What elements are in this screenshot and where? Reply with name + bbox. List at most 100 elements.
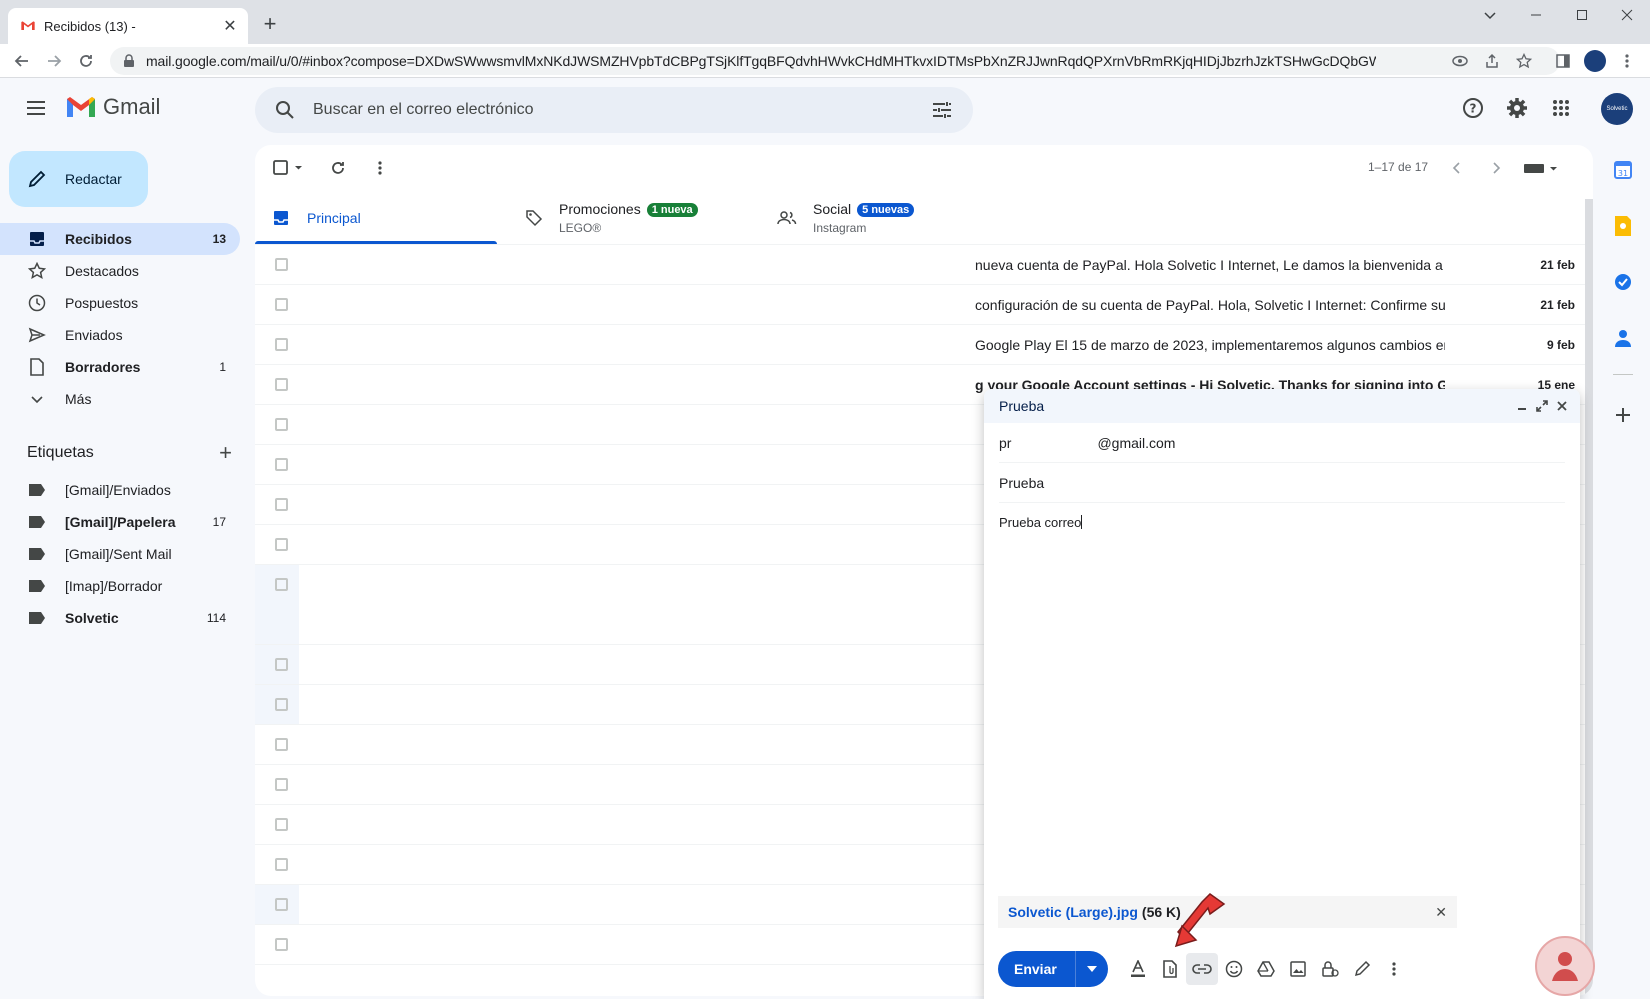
select-all-checkbox[interactable] xyxy=(273,157,307,179)
label-item[interactable]: Solvetic 114 xyxy=(0,602,240,634)
row-checkbox[interactable] xyxy=(275,338,288,351)
row-checkbox[interactable] xyxy=(275,258,288,271)
next-page-icon[interactable] xyxy=(1485,157,1507,179)
row-checkbox[interactable] xyxy=(275,538,288,551)
row-checkbox[interactable] xyxy=(275,378,288,391)
row-checkbox[interactable] xyxy=(275,698,288,711)
more-options-icon[interactable] xyxy=(369,157,391,179)
search-options-icon[interactable] xyxy=(931,100,953,120)
row-checkbox[interactable] xyxy=(275,658,288,671)
table-row[interactable]: configuración de su cuenta de PayPal. Ho… xyxy=(255,285,1593,325)
tab-close-icon[interactable]: ✕ xyxy=(222,18,238,35)
solvetic-watermark-icon xyxy=(1535,936,1595,996)
row-checkbox[interactable] xyxy=(275,578,288,591)
gmail-logo[interactable]: Gmail xyxy=(65,94,160,120)
tab-principal[interactable]: Principal xyxy=(255,191,497,245)
eye-icon[interactable] xyxy=(1448,49,1472,73)
search-input[interactable] xyxy=(313,101,931,119)
insert-link-icon[interactable] xyxy=(1185,953,1218,985)
sidebar-item-enviados[interactable]: Enviados xyxy=(0,319,240,351)
close-icon[interactable] xyxy=(1552,396,1572,416)
schedule-send-icon[interactable] xyxy=(1076,966,1108,972)
pager-text: 1–17 de 17 xyxy=(1368,160,1429,174)
label-item[interactable]: [Gmail]/Enviados xyxy=(0,474,240,506)
insert-photo-icon[interactable] xyxy=(1282,953,1314,985)
confidential-mode-icon[interactable] xyxy=(1314,953,1346,985)
search-icon[interactable] xyxy=(275,100,295,120)
prev-page-icon[interactable] xyxy=(1446,157,1468,179)
refresh-icon[interactable] xyxy=(327,157,349,179)
subject-field[interactable]: Prueba xyxy=(999,463,1565,503)
attachment-name[interactable]: Solvetic (Large).jpg xyxy=(1008,904,1138,920)
account-avatar[interactable]: Solvetic xyxy=(1601,93,1633,125)
more-compose-options-icon[interactable] xyxy=(1378,953,1410,985)
minimize-window-icon[interactable] xyxy=(1513,0,1559,30)
tab-search-icon[interactable] xyxy=(1467,0,1513,30)
sidebar-item-mas[interactable]: Más xyxy=(0,383,240,415)
compose-button[interactable]: Redactar xyxy=(9,151,148,207)
forward-icon[interactable] xyxy=(42,49,66,73)
back-icon[interactable] xyxy=(10,49,34,73)
drive-icon[interactable] xyxy=(1250,953,1282,985)
message-body[interactable]: Prueba correo xyxy=(984,503,1580,875)
tab-promociones[interactable]: Promociones 1 nueva LEGO® xyxy=(507,191,747,245)
attach-file-icon[interactable] xyxy=(1154,953,1186,985)
settings-gear-icon[interactable] xyxy=(1504,95,1530,121)
row-checkbox[interactable] xyxy=(275,738,288,751)
row-checkbox[interactable] xyxy=(275,298,288,311)
send-button[interactable]: Enviar xyxy=(998,951,1108,987)
row-checkbox[interactable] xyxy=(275,818,288,831)
add-addon-icon[interactable] xyxy=(1603,395,1643,435)
address-bar[interactable]: mail.google.com/mail/u/0/#inbox?compose=… xyxy=(110,47,1560,75)
row-checkbox[interactable] xyxy=(275,938,288,951)
calendar-icon[interactable]: 31 xyxy=(1603,150,1643,190)
maximize-window-icon[interactable] xyxy=(1559,0,1605,30)
label-item[interactable]: [Imap]/Borrador xyxy=(0,570,240,602)
side-panel-icon[interactable] xyxy=(1551,49,1575,73)
recipient-prefix: pr xyxy=(999,434,1012,451)
formatting-options-icon[interactable] xyxy=(1122,953,1154,985)
minimize-icon[interactable] xyxy=(1512,396,1532,416)
signature-icon[interactable] xyxy=(1346,953,1378,985)
sidebar-item-destacados[interactable]: Destacados xyxy=(0,255,240,287)
recipients-field[interactable]: pr @gmail.com xyxy=(999,423,1565,463)
main-menu-icon[interactable] xyxy=(24,96,48,120)
share-icon[interactable] xyxy=(1480,49,1504,73)
label-item[interactable]: [Gmail]/Papelera 17 xyxy=(0,506,240,538)
sidebar-item-borradores[interactable]: Borradores 1 xyxy=(0,351,240,383)
add-label-icon[interactable]: + xyxy=(219,440,232,466)
list-scrollbar[interactable] xyxy=(1585,199,1593,995)
sidebar-item-pospuestos[interactable]: Pospuestos xyxy=(0,287,240,319)
emoji-icon[interactable] xyxy=(1218,953,1250,985)
table-row[interactable]: nueva cuenta de PayPal. Hola Solvetic I … xyxy=(255,245,1593,285)
label-item[interactable]: [Gmail]/Sent Mail xyxy=(0,538,240,570)
row-checkbox[interactable] xyxy=(275,458,288,471)
expand-icon[interactable] xyxy=(1532,396,1552,416)
help-icon[interactable]: ? xyxy=(1460,95,1486,121)
row-checkbox[interactable] xyxy=(275,898,288,911)
contacts-icon[interactable] xyxy=(1603,318,1643,358)
reload-icon[interactable] xyxy=(74,49,98,73)
close-window-icon[interactable] xyxy=(1604,0,1650,30)
browser-tab[interactable]: Recibidos (13) - ✕ xyxy=(8,8,248,44)
chrome-menu-icon[interactable] xyxy=(1615,49,1639,73)
sidebar-item-recibidos[interactable]: Recibidos 13 xyxy=(0,223,240,255)
bookmark-star-icon[interactable] xyxy=(1512,49,1536,73)
keep-icon[interactable] xyxy=(1603,206,1643,246)
profile-icon[interactable] xyxy=(1583,49,1607,73)
compose-header[interactable]: Prueba xyxy=(984,389,1580,423)
apps-grid-icon[interactable] xyxy=(1548,95,1574,121)
row-checkbox[interactable] xyxy=(275,418,288,431)
table-row[interactable]: Google Play El 15 de marzo de 2023, impl… xyxy=(255,325,1593,365)
tasks-icon[interactable] xyxy=(1603,262,1643,302)
labels-list: [Gmail]/Enviados [Gmail]/Papelera 17 [Gm… xyxy=(0,474,240,634)
row-checkbox[interactable] xyxy=(275,858,288,871)
input-tools-icon[interactable] xyxy=(1523,157,1559,179)
new-tab-button[interactable]: + xyxy=(258,11,282,36)
label-tag-icon xyxy=(27,544,47,564)
remove-attachment-icon[interactable]: ✕ xyxy=(1435,904,1447,921)
search-bar[interactable] xyxy=(255,87,973,133)
row-checkbox[interactable] xyxy=(275,498,288,511)
row-checkbox[interactable] xyxy=(275,778,288,791)
tab-social[interactable]: Social 5 nuevas Instagram xyxy=(759,191,999,245)
